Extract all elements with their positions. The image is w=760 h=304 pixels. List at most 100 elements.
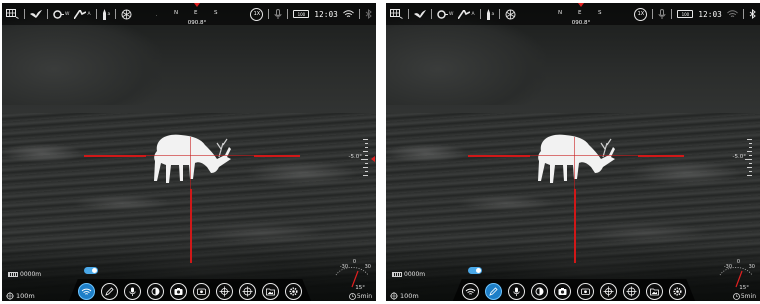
wind-icon: W	[437, 7, 453, 21]
gallery-button[interactable]	[262, 282, 279, 300]
camera-icon	[558, 287, 567, 295]
battery-indicator: 100	[677, 10, 694, 18]
reticle-move-button[interactable]	[239, 282, 256, 300]
crosshair-small-icon	[390, 292, 398, 300]
inclination-value: -5.0°	[732, 154, 746, 160]
gallery-button[interactable]	[646, 282, 663, 300]
reticle-center-vertical	[574, 137, 575, 189]
compass-pointer-icon	[194, 3, 200, 7]
dial-left-label: -30	[723, 264, 732, 270]
reticle-button[interactable]	[216, 282, 233, 300]
stadiametric-toggle[interactable]	[468, 267, 482, 274]
reticle-right-arm	[638, 155, 684, 157]
bluetooth-icon	[749, 7, 756, 21]
settings-button[interactable]	[285, 282, 302, 300]
stadiametric-toggle[interactable]	[84, 267, 98, 274]
crosshair-move-icon	[242, 286, 253, 296]
folder-icon	[650, 288, 659, 295]
dial-center-label: 0	[352, 259, 356, 265]
wifi-button[interactable]	[462, 282, 479, 300]
zoom-level[interactable]: 1X	[250, 7, 264, 21]
wind-icon: W	[53, 7, 69, 21]
microphone-off-icon	[658, 7, 666, 21]
crosshair-icon	[219, 286, 230, 296]
clock: 12:03	[698, 9, 722, 19]
shutdown-timer: 5min	[732, 293, 756, 300]
zoom-level[interactable]: 1X	[634, 7, 648, 21]
audio-button[interactable]	[124, 282, 141, 300]
dial-right-label: 30	[748, 264, 755, 270]
reticle-left-arm	[468, 155, 530, 157]
reticle-move-button[interactable]	[623, 282, 640, 300]
compass-scale: N · E S	[156, 10, 218, 18]
zeroing-button[interactable]	[485, 282, 502, 300]
compass-pointer-icon	[578, 3, 584, 7]
shutdown-timer: 5min	[348, 293, 372, 300]
grid-icon[interactable]	[390, 7, 403, 21]
dial-value: 15°	[355, 285, 365, 291]
crosshair-small-icon	[6, 292, 14, 300]
dial-left-label: -30	[339, 264, 348, 270]
reticle-button[interactable]	[600, 282, 617, 300]
scope-view-left: W A a N · E S 090.8° 1X 100 12:03 -5.0° …	[2, 3, 376, 301]
reticle-left-arm	[84, 155, 146, 157]
dial-right-label: 30	[364, 264, 371, 270]
microphone-off-icon	[274, 7, 282, 21]
audio-button[interactable]	[508, 282, 525, 300]
compass-scale: N E S	[558, 10, 602, 16]
settings-button[interactable]	[669, 282, 686, 300]
ballistic-icon: A	[458, 7, 475, 21]
reticle-center-horizontal	[530, 155, 638, 156]
video-icon	[197, 288, 206, 295]
bird-icon	[414, 7, 426, 21]
timer-icon	[348, 293, 356, 300]
grid-icon[interactable]	[6, 7, 19, 21]
wifi-signal-icon	[343, 7, 354, 21]
range-readout: 0000m	[392, 271, 425, 278]
crosshair-move-icon	[626, 286, 637, 296]
palette-button[interactable]	[531, 282, 548, 300]
palette-icon	[535, 287, 544, 295]
photo-button[interactable]	[170, 282, 187, 300]
bird-icon	[30, 7, 42, 21]
gear-icon	[289, 286, 298, 296]
zeroing-distance: 100m	[390, 292, 419, 300]
wifi-icon	[465, 288, 476, 295]
reticle-center-vertical	[190, 137, 191, 189]
wifi-button[interactable]	[78, 282, 95, 300]
palette-icon	[151, 287, 160, 295]
zeroing-button[interactable]	[101, 282, 118, 300]
ruler-icon	[392, 272, 402, 277]
reticle-bottom-arm	[574, 189, 576, 263]
quick-menu-toolbar	[72, 280, 308, 301]
bluetooth-off-icon	[365, 7, 372, 21]
camera-icon	[174, 287, 183, 295]
compass: N E S 090.8°	[536, 3, 626, 37]
quick-menu-toolbar	[456, 280, 692, 301]
crosshair-icon	[603, 286, 614, 296]
video-button[interactable]	[577, 282, 594, 300]
pencil-icon	[489, 286, 498, 296]
wifi-icon	[81, 288, 92, 295]
palette-button[interactable]	[147, 282, 164, 300]
scope-view-right: W A a N E S 090.8° 1X 100 12:03 -5.0° 00…	[386, 3, 760, 301]
gear-icon	[673, 286, 682, 296]
compass-heading: 090.8°	[187, 20, 207, 26]
clock: 12:03	[314, 9, 338, 19]
ammo-icon: a	[102, 7, 110, 21]
folder-icon	[266, 288, 275, 295]
dial-center-label: 0	[736, 259, 740, 265]
photo-button[interactable]	[554, 282, 571, 300]
wifi-signal-icon	[727, 7, 738, 21]
snowflake-icon	[121, 7, 132, 21]
inclination-value: -5.0°	[348, 154, 362, 160]
ballistic-icon: A	[74, 7, 91, 21]
dial-value: 15°	[739, 285, 749, 291]
status-right: 1X 100 12:03	[634, 3, 756, 25]
snowflake-icon	[505, 7, 516, 21]
video-button[interactable]	[193, 282, 210, 300]
microphone-icon	[513, 287, 520, 296]
compass-heading: 090.8°	[571, 20, 591, 26]
video-icon	[581, 288, 590, 295]
reticle-right-arm	[254, 155, 300, 157]
